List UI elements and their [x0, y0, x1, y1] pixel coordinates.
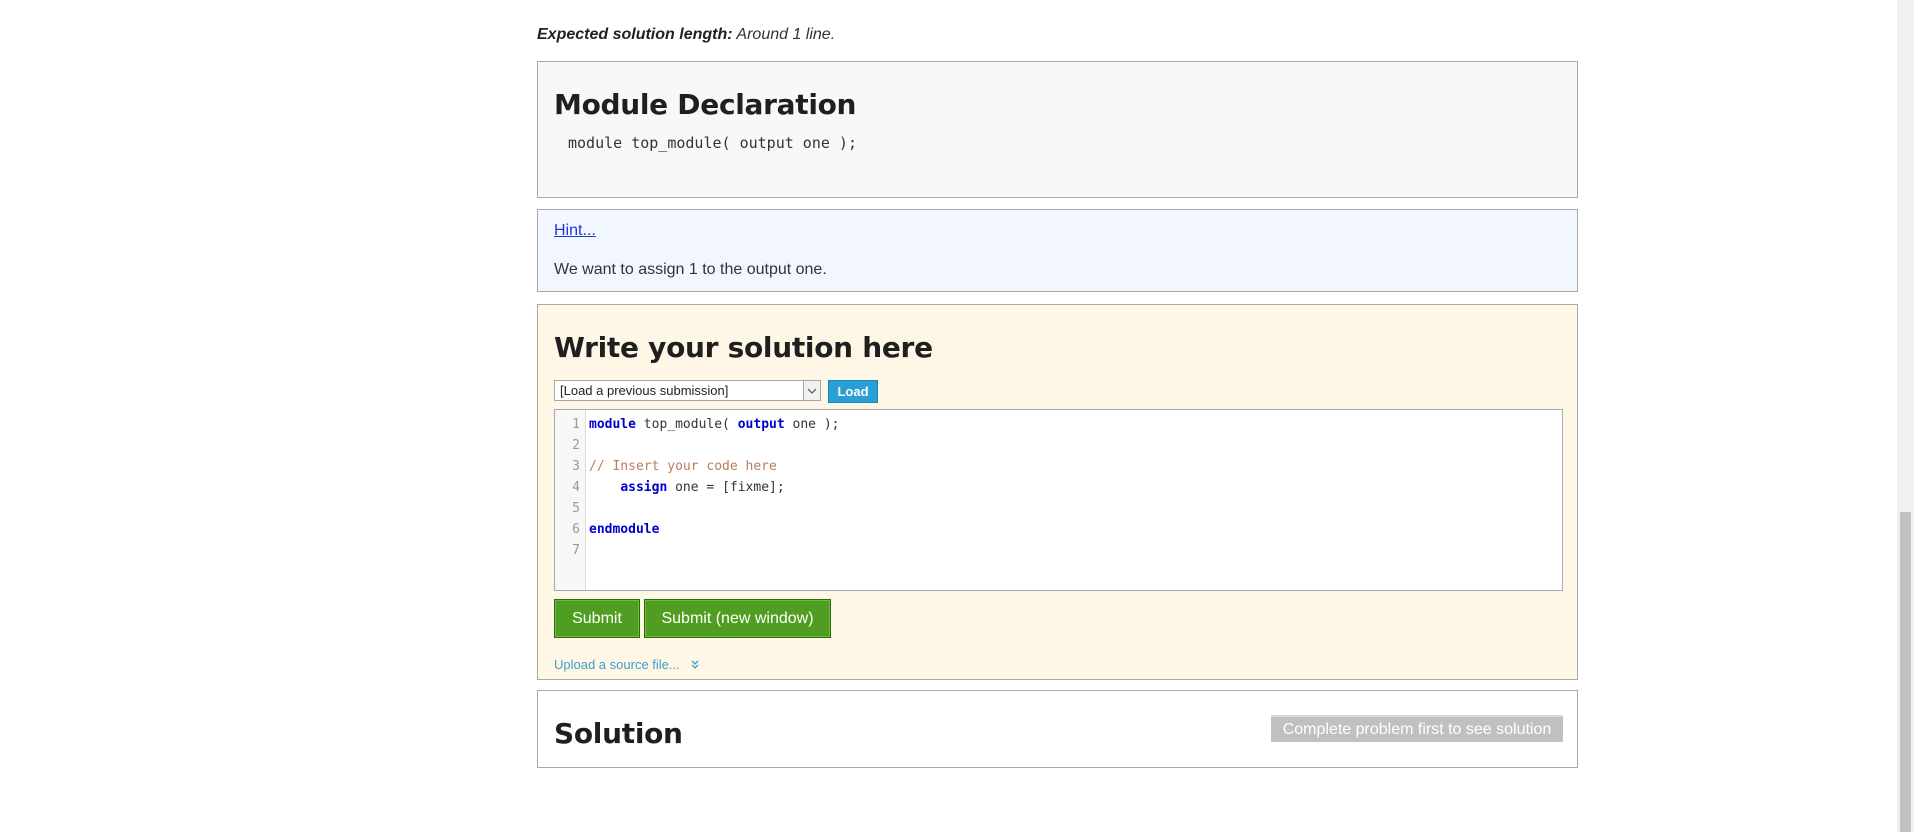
line-number: 2 — [572, 438, 580, 453]
module-declaration-panel: Module Declaration module top_module( ou… — [537, 61, 1578, 198]
code-text: module top_module( output one ); — [589, 417, 840, 432]
line-number: 6 — [572, 522, 580, 537]
module-declaration-code: module top_module( output one ); — [568, 134, 857, 152]
submit-new-window-button[interactable]: Submit (new window) — [644, 599, 831, 638]
code-line: 5 — [555, 498, 1562, 519]
solution-panel: Solution Complete problem first to see s… — [537, 690, 1578, 768]
double-chevron-down-icon — [690, 658, 700, 673]
solution-title: Solution — [554, 717, 683, 750]
chevron-down-icon[interactable] — [803, 381, 820, 400]
code-text: endmodule — [589, 522, 660, 537]
line-number: 5 — [572, 501, 580, 516]
see-solution-button[interactable]: Complete problem first to see solution — [1271, 715, 1563, 742]
code-line: 2 — [555, 435, 1562, 456]
code-line: 1 module top_module( output one ); — [555, 414, 1562, 435]
code-text: // Insert your code here — [589, 459, 777, 474]
line-number: 4 — [572, 480, 580, 495]
scrollbar-thumb[interactable] — [1900, 512, 1911, 832]
load-button[interactable]: Load — [828, 380, 878, 403]
code-line: 3 // Insert your code here — [555, 456, 1562, 477]
line-number: 1 — [572, 417, 580, 432]
code-editor[interactable]: 1 module top_module( output one ); 2 3 // In… — [554, 409, 1563, 591]
line-number: 7 — [572, 543, 580, 558]
solution-editor-title: Write your solution here — [554, 331, 933, 364]
code-text: assign one = [fixme]; — [620, 480, 785, 495]
expected-length-label: Expected solution length: — [537, 26, 733, 43]
upload-source-file-label: Upload a source file... — [554, 657, 680, 672]
code-line: 6 endmodule — [555, 519, 1562, 540]
module-declaration-title: Module Declaration — [554, 88, 857, 121]
vertical-scrollbar[interactable] — [1897, 0, 1914, 832]
previous-submission-select[interactable]: [Load a previous submission] — [554, 380, 821, 401]
expected-length-value: Around 1 line. — [732, 26, 836, 43]
line-number: 3 — [572, 459, 580, 474]
solution-editor-panel: Write your solution here [Load a previou… — [537, 304, 1578, 680]
previous-submission-select-value: [Load a previous submission] — [560, 383, 729, 398]
hint-panel: Hint... We want to assign 1 to the outpu… — [537, 209, 1578, 292]
code-line: 7 — [555, 540, 1562, 561]
submit-button[interactable]: Submit — [554, 599, 640, 638]
hint-link[interactable]: Hint... — [554, 222, 596, 240]
hint-text: We want to assign 1 to the output one. — [554, 261, 827, 278]
upload-source-file-link[interactable]: Upload a source file... — [554, 657, 700, 673]
code-line: 4 assign one = [fixme]; — [555, 477, 1562, 498]
expected-length: Expected solution length: Around 1 line. — [537, 26, 835, 44]
